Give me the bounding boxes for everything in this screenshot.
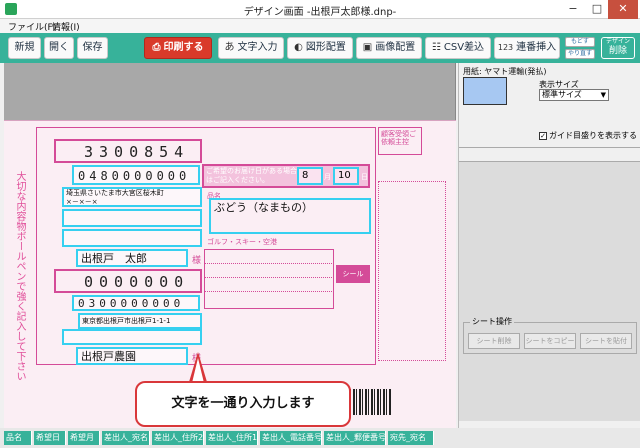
panel-divider <box>459 147 640 148</box>
title-bar: デザイン画面 -出根戸太郎様.dnp- − □ ✕ <box>0 0 640 19</box>
csv-insert-label: CSV差込 <box>443 42 485 53</box>
design-canvas[interactable]: 大切な内容物ボールペンで強く記入して下さい 3300854 0480000000… <box>4 63 456 433</box>
chevron-down-icon: ▼ <box>600 91 606 99</box>
fee-row-line-2 <box>204 277 334 278</box>
fee-row-line-3 <box>204 291 334 292</box>
csv-icon: ☷ <box>431 42 441 53</box>
sheet-operations-group: シート操作 シート削除 シートをコピー シートを貼付 <box>463 316 637 354</box>
maximize-button[interactable]: □ <box>584 0 610 19</box>
recipient-phone-field[interactable]: 0300000000 <box>72 295 200 311</box>
checkbox-icon: ✓ <box>539 131 547 140</box>
golf-label: ゴルフ・スキー・空港 <box>207 238 277 246</box>
close-button[interactable]: ✕ <box>608 0 638 19</box>
display-size-select[interactable]: 標準サイズ ▼ <box>539 89 609 101</box>
delivery-day-field[interactable]: 10 <box>333 167 359 185</box>
menu-bar: ファイル(F) 情報(I) <box>0 19 640 33</box>
sheet-paste-button[interactable]: シートを貼付 <box>580 333 632 349</box>
sender-address-line2: ×－×－× <box>66 198 98 206</box>
image-place-button[interactable]: ▣ 画像配置 <box>356 37 422 59</box>
sheet-operations-title: シート操作 <box>470 316 514 327</box>
text-input-label: 文字入力 <box>237 42 278 53</box>
minimize-button[interactable]: − <box>560 0 586 19</box>
paper-swatch <box>463 77 507 105</box>
sender-sama-label: 様 <box>192 256 202 266</box>
sender-address-line1: 埼玉県さいたま市大宮区桜木町 <box>66 189 164 197</box>
instruction-callout: 文字を一通り入力します <box>135 381 351 427</box>
open-button[interactable]: 開く <box>44 37 74 59</box>
sheet-copy-button[interactable]: シートをコピー <box>524 333 576 349</box>
tab-desired-month[interactable]: 希望月 <box>68 431 100 445</box>
day-label: 日 <box>361 173 368 181</box>
design-delete-button[interactable]: デザイン 削除 <box>601 37 635 59</box>
seal-box: シール <box>336 265 370 283</box>
paper-type-label: 用紙: ヤマト運輸(発払) <box>463 67 547 76</box>
tab-sender-address1[interactable]: 差出人_住所1 <box>206 431 258 445</box>
sender-name-field[interactable]: 出根戸 太郎 <box>76 249 188 267</box>
right-notes-area <box>378 181 446 361</box>
save-button[interactable]: 保存 <box>77 37 108 59</box>
image-icon: ▣ <box>362 42 373 53</box>
delivery-note: ご希望のお届け日がある場合はご記入ください。 <box>206 167 297 184</box>
stamp-box: 顧客受領ご依頼主控 <box>378 127 422 155</box>
serial-icon: 123 <box>497 43 514 52</box>
shape-icon: ◐ <box>294 42 303 53</box>
guide-checkbox[interactable]: ✓ ガイド目盛りを表示する <box>539 130 637 141</box>
print-button[interactable]: ⎙ 印刷する <box>144 37 212 59</box>
recipient-name-field[interactable]: 出根戸農園 <box>76 347 188 365</box>
undo-button[interactable]: もどす <box>565 37 595 47</box>
sender-address-field-3[interactable] <box>62 229 202 247</box>
print-label: 印刷する <box>163 42 204 53</box>
redo-button[interactable]: やり直す <box>565 49 595 59</box>
recipient-address-field-2[interactable] <box>62 329 202 345</box>
menu-file[interactable]: ファイル(F) <box>8 20 56 33</box>
printer-icon: ⎙ <box>152 42 161 53</box>
tab-recipient-name[interactable]: 宛先_宛名 <box>388 431 434 445</box>
sender-address-field[interactable]: 埼玉県さいたま市大宮区桜木町 ×－×－× <box>62 187 202 207</box>
toolbar: 新規 開く 保存 ⎙ 印刷する あ文字入力 ◐ 図形配置 ▣ 画像配置 ☷ CSV差込 … <box>0 33 640 63</box>
tab-sender-name[interactable]: 差出人_宛名 <box>102 431 150 445</box>
callout-pointer-inner <box>192 358 204 383</box>
window-title: デザイン画面 -出根戸太郎様.dnp- <box>243 7 397 18</box>
new-button[interactable]: 新規 <box>8 37 41 59</box>
recipient-address-field[interactable]: 東京都出根戸市出根戸1-1-1 <box>78 313 202 329</box>
fee-row-line-1 <box>204 263 334 264</box>
sender-zip-field[interactable]: 3300854 <box>78 141 200 161</box>
sender-phone-field[interactable]: 0480000000 <box>72 165 200 185</box>
recipient-zip-field[interactable]: 0000000 <box>78 271 200 291</box>
tab-item-name[interactable]: 品名 <box>4 431 32 445</box>
tab-sender-address2[interactable]: 差出人_住所2 <box>152 431 204 445</box>
sheet-delete-button[interactable]: シート削除 <box>468 333 520 349</box>
display-size-value: 標準サイズ <box>542 90 582 99</box>
sender-address-field-2[interactable] <box>62 209 202 227</box>
properties-panel: 用紙: ヤマト運輸(発払) 表示サイズ 標準サイズ ▼ ✓ ガイド目盛りを表示する… <box>458 63 640 428</box>
guide-label: ガイド目盛りを表示する <box>549 131 637 140</box>
delete-label: 削除 <box>608 46 627 56</box>
slip-side-text: 大切な内容物ボールペンで強く記入して下さい <box>14 171 25 381</box>
delivery-month-field[interactable]: 8 <box>297 167 323 185</box>
shape-place-button[interactable]: ◐ 図形配置 <box>287 37 353 59</box>
serial-insert-label: 連番挿入 <box>516 42 557 53</box>
tab-desired-date[interactable]: 希望日 <box>34 431 66 445</box>
month-label: 月 <box>324 173 331 181</box>
field-tabs: 品名 希望日 希望月 差出人_宛名 差出人_住所2 差出人_住所1 差出人_電話… <box>0 428 640 448</box>
text-icon: あ <box>224 42 235 53</box>
tab-sender-phone[interactable]: 差出人_電話番号 <box>260 431 322 445</box>
object-properties-area <box>459 161 640 421</box>
image-place-label: 画像配置 <box>375 42 416 53</box>
shape-place-label: 図形配置 <box>305 42 346 53</box>
design-label: デザイン <box>605 38 630 45</box>
text-input-button[interactable]: あ文字入力 <box>218 37 284 59</box>
csv-insert-button[interactable]: ☷ CSV差込 <box>425 37 491 59</box>
fee-table <box>204 249 334 309</box>
tab-sender-zip[interactable]: 差出人_郵便番号 <box>324 431 386 445</box>
item-name-field[interactable]: ぶどう（なまもの） <box>209 198 371 234</box>
serial-insert-button[interactable]: 123 連番挿入 <box>494 37 560 59</box>
menu-info[interactable]: 情報(I) <box>52 20 80 33</box>
